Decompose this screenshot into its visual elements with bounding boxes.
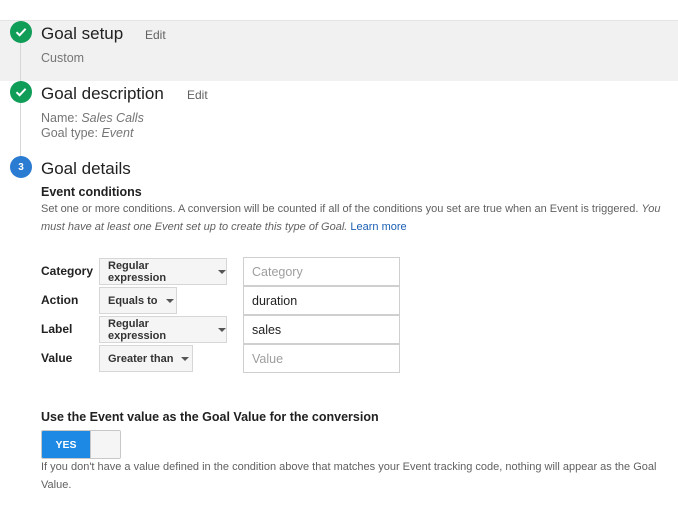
chevron-down-icon [218,269,226,274]
chevron-down-icon [165,298,174,303]
check-icon [10,21,32,43]
description-text: Set one or more conditions. A conversion… [41,203,639,215]
check-icon [10,81,32,103]
goal-details-title: Goal details [41,159,131,178]
chevron-down-icon [218,327,226,332]
condition-label-value: Value [41,351,73,365]
value-match-dropdown[interactable]: Greater than [99,345,193,372]
toggle-knob [90,431,120,458]
condition-label-category: Category [41,264,94,278]
condition-label-label: Label [41,322,73,336]
event-conditions-heading: Event conditions [41,185,142,199]
goal-value-note: If you don't have a value defined in the… [41,461,657,491]
goal-name-label: Name: [41,111,78,125]
label-input[interactable] [243,315,400,344]
goal-setup-edit-link[interactable]: Edit [145,28,166,42]
dropdown-value: Equals to [108,294,158,307]
action-match-dropdown[interactable]: Equals to [99,287,177,314]
dropdown-value: Greater than [108,352,174,365]
label-match-dropdown[interactable]: Regular expression [99,316,227,343]
dropdown-value: Regular expression [108,317,167,342]
goal-value-heading: Use the Event value as the Goal Value fo… [41,410,379,424]
toggle-on-label: YES [42,431,90,458]
chevron-down-icon [181,356,190,361]
value-input[interactable] [243,344,400,373]
event-conditions-description: Set one or more conditions. A conversion… [41,200,671,236]
goal-value-toggle[interactable]: YES [41,430,121,459]
dropdown-value: Regular expression [108,259,167,284]
goal-type-label: Goal type: [41,126,98,140]
goal-name-line: Name: Sales Calls [41,111,144,125]
goal-description-title: Goal description [41,84,164,103]
goal-setup-summary: Custom [41,51,85,65]
condition-label-action: Action [41,293,79,307]
goal-type-line: Goal type: Event [41,126,133,140]
goal-description-edit-link[interactable]: Edit [187,88,208,102]
category-match-dropdown[interactable]: Regular expression [99,258,227,285]
goal-setup-title: Goal setup [41,24,124,43]
category-input[interactable] [243,257,400,286]
goal-type-value: Event [101,126,134,140]
learn-more-link[interactable]: Learn more [350,221,406,233]
action-input[interactable] [243,286,400,315]
step-number-badge: 3 [10,156,32,178]
goal-name-value: Sales Calls [81,111,144,125]
